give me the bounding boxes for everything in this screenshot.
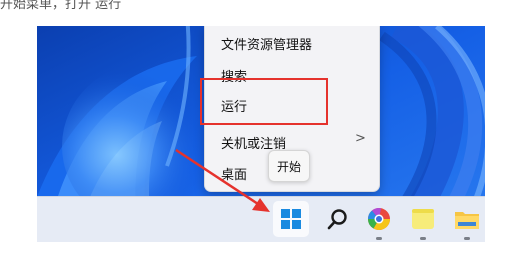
screenshot-page: 开始菜单，打开 运行 文件资源管理器 搜索 运行 关机或注销 > 桌面 开始 [0, 0, 522, 267]
annotation-arrow-icon [175, 148, 270, 212]
